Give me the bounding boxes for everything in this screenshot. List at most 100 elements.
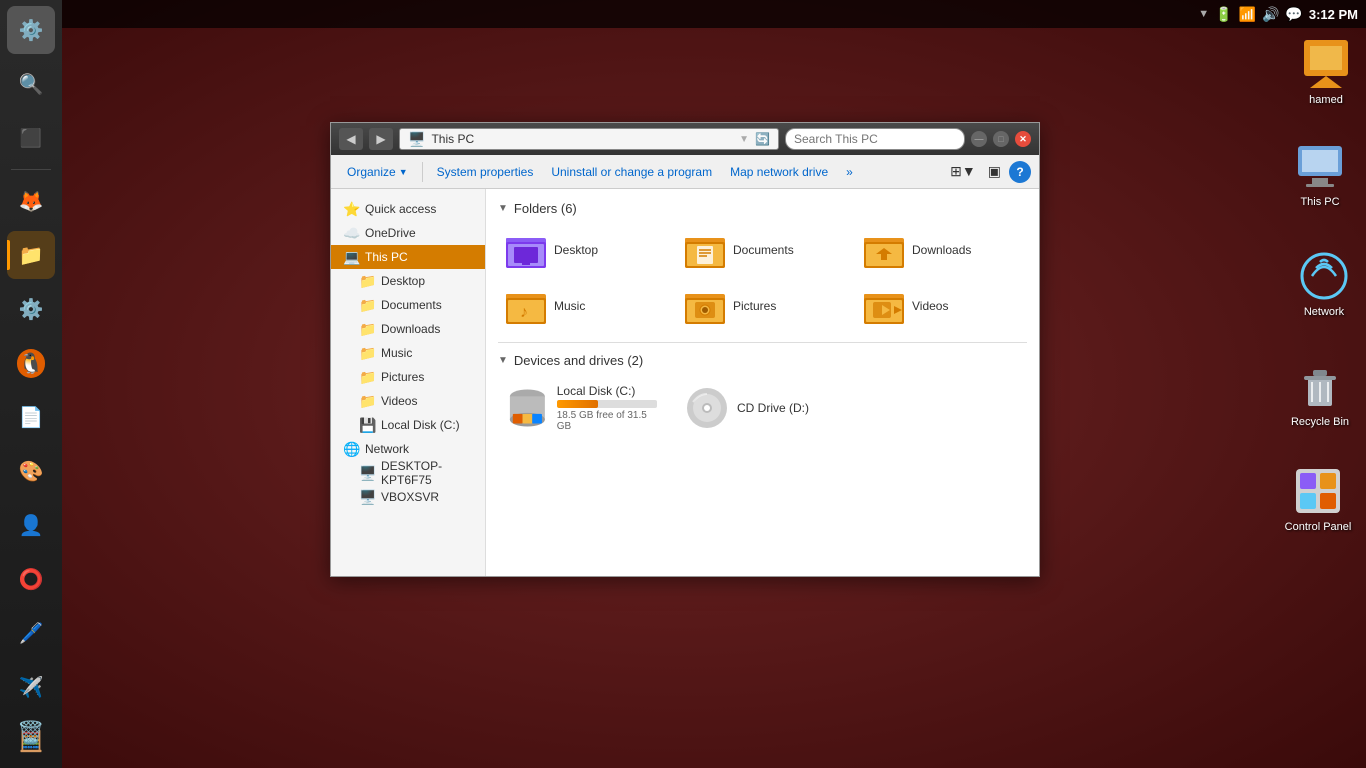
documents-folder-icon — [685, 232, 725, 268]
toolbar: Organize ▼ System properties Uninstall o… — [331, 155, 1039, 189]
desktop-sidebar-icon: 📁 — [359, 273, 375, 290]
sidebar-item-network[interactable]: 🌐 Network — [331, 437, 485, 461]
close-button[interactable]: ✕ — [1015, 131, 1031, 147]
view-toggle-button[interactable]: ▣ — [984, 159, 1005, 185]
sidebar-item-quick-access[interactable]: ⭐ Quick access — [331, 197, 485, 221]
sidebar-item-downloads[interactable]: 📁 Downloads — [331, 317, 485, 341]
pictures-folder-label: Pictures — [733, 299, 776, 313]
desktop-icon-hamed[interactable]: hamed — [1286, 38, 1366, 107]
this-pc-sidebar-icon: 💻 — [343, 249, 359, 266]
taskbar-settings2[interactable]: ⚙️ — [7, 285, 55, 333]
folder-pictures[interactable]: Pictures — [677, 282, 848, 330]
uninstall-button[interactable]: Uninstall or change a program — [543, 159, 720, 185]
topbar-volume: 🔊 — [1262, 6, 1279, 23]
sidebar-item-pictures[interactable]: 📁 Pictures — [331, 365, 485, 389]
folders-arrow[interactable]: ▼ — [498, 203, 508, 214]
view-details-button[interactable]: ⊞▼ — [946, 159, 980, 185]
drives-label: Devices and drives (2) — [514, 353, 643, 368]
folder-downloads[interactable]: Downloads — [856, 226, 1027, 274]
folder-music[interactable]: ♪ Music — [498, 282, 669, 330]
taskbar-text-editor[interactable]: 📄 — [7, 393, 55, 441]
taskbar: ⚙️ 🔍 ⬛ 🦊 📁 ⚙️ 🐧 📄 🎨 👤 ⭕ 🖊️ ✈️ 🧮 — [0, 0, 62, 768]
local-disk-info: Local Disk (C:) 18.5 GB free of 31.5 GB — [557, 384, 661, 432]
desktop-folder-icon — [506, 232, 546, 268]
hamed-label: hamed — [1309, 94, 1343, 107]
drive-cd[interactable]: CD Drive (D:) — [677, 378, 848, 438]
desktop-icon-thispc[interactable]: This PC — [1280, 140, 1360, 209]
section-divider-1 — [498, 342, 1027, 343]
drive-local-disk[interactable]: Local Disk (C:) 18.5 GB free of 31.5 GB — [498, 378, 669, 438]
desktop-icon-control-panel[interactable]: Control Panel — [1278, 465, 1358, 534]
drives-arrow[interactable]: ▼ — [498, 355, 508, 366]
back-button[interactable]: ◀ — [339, 128, 363, 150]
system-topbar: ▼ 🔋 📶 🔊 💬 3:12 PM — [62, 0, 1366, 28]
search-input[interactable] — [785, 128, 965, 150]
topbar-arrow[interactable]: ▼ — [1198, 8, 1209, 20]
network-sidebar-label: Network — [365, 442, 409, 456]
taskbar-paint[interactable]: 🎨 — [7, 447, 55, 495]
sidebar-item-documents[interactable]: 📁 Documents — [331, 293, 485, 317]
more-button[interactable]: » — [838, 159, 861, 185]
system-properties-button[interactable]: System properties — [429, 159, 542, 185]
folder-desktop[interactable]: Desktop — [498, 226, 669, 274]
window-controls: — □ ✕ — [971, 131, 1031, 147]
taskbar-ubuntu[interactable]: 🐧 — [7, 339, 55, 387]
network-label: Network — [1304, 306, 1344, 319]
sidebar-item-desktop[interactable]: 📁 Desktop — [331, 269, 485, 293]
disk-progress-container — [557, 400, 657, 408]
documents-folder-label: Documents — [733, 243, 794, 257]
minimize-button[interactable]: — — [971, 131, 987, 147]
sidebar-item-vboxsvr[interactable]: 🖥️ VBOXSVR — [331, 485, 485, 509]
address-input[interactable]: 🖥️ This PC ▼ 🔄 — [399, 128, 779, 150]
desktop-sidebar-label: Desktop — [381, 274, 425, 288]
documents-sidebar-label: Documents — [381, 298, 442, 312]
forward-button[interactable]: ▶ — [369, 128, 393, 150]
downloads-folder-icon — [864, 232, 904, 268]
downloads-folder-label: Downloads — [912, 243, 971, 257]
maximize-button[interactable]: □ — [993, 131, 1009, 147]
taskbar-search[interactable]: 🔍 — [7, 60, 55, 108]
taskbar-workspaces[interactable]: ⬛ — [7, 114, 55, 162]
drives-section-header: ▼ Devices and drives (2) — [498, 353, 1027, 368]
folders-section-header: ▼ Folders (6) — [498, 201, 1027, 216]
taskbar-contacts[interactable]: 👤 — [7, 501, 55, 549]
taskbar-trash[interactable]: 🗑️ — [7, 709, 55, 757]
sidebar-item-music[interactable]: 📁 Music — [331, 341, 485, 365]
disk-progress-fill — [557, 400, 598, 408]
sidebar-item-onedrive[interactable]: ☁️ OneDrive — [331, 221, 485, 245]
videos-sidebar-label: Videos — [381, 394, 417, 408]
taskbar-system[interactable]: ⭕ — [7, 555, 55, 603]
desktop-kpt-icon: 🖥️ — [359, 465, 375, 482]
folder-videos[interactable]: Videos — [856, 282, 1027, 330]
local-disk-sidebar-icon: 💾 — [359, 417, 375, 434]
drive-grid: Local Disk (C:) 18.5 GB free of 31.5 GB — [498, 378, 1027, 438]
sidebar-item-local-disk[interactable]: 💾 Local Disk (C:) — [331, 413, 485, 437]
taskbar-settings[interactable]: ⚙️ — [7, 6, 55, 54]
taskbar-firefox[interactable]: 🦊 — [7, 177, 55, 225]
sidebar-item-this-pc[interactable]: 💻 This PC — [331, 245, 485, 269]
map-network-button[interactable]: Map network drive — [722, 159, 836, 185]
pictures-folder-icon — [685, 288, 725, 324]
desktop-icon-network[interactable]: Network — [1284, 250, 1364, 319]
videos-sidebar-icon: 📁 — [359, 393, 375, 410]
taskbar-planner[interactable]: ✈️ — [7, 663, 55, 711]
downloads-sidebar-icon: 📁 — [359, 321, 375, 338]
sidebar-item-videos[interactable]: 📁 Videos — [331, 389, 485, 413]
sidebar: ⭐ Quick access ☁️ OneDrive 💻 This PC 📁 D… — [331, 189, 486, 576]
sidebar-item-desktop-kpt[interactable]: 🖥️ DESKTOP-KPT6F75 — [331, 461, 485, 485]
music-folder-label: Music — [554, 299, 585, 313]
topbar-battery: 🔋 — [1215, 6, 1232, 23]
folder-documents[interactable]: Documents — [677, 226, 848, 274]
music-folder-icon: ♪ — [506, 288, 546, 324]
organize-button[interactable]: Organize ▼ — [339, 159, 416, 185]
cd-drive-icon — [685, 386, 729, 430]
address-bar: ◀ ▶ 🖥️ This PC ▼ 🔄 — [339, 128, 965, 150]
taskbar-pencil[interactable]: 🖊️ — [7, 609, 55, 657]
local-disk-size: 18.5 GB free of 31.5 GB — [557, 410, 661, 432]
onedrive-icon: ☁️ — [343, 225, 359, 242]
cd-drive-name: CD Drive (D:) — [737, 401, 809, 415]
taskbar-files[interactable]: 📁 — [7, 231, 55, 279]
videos-folder-label: Videos — [912, 299, 948, 313]
help-button[interactable]: ? — [1009, 161, 1031, 183]
desktop-icon-recycle[interactable]: Recycle Bin — [1280, 360, 1360, 429]
